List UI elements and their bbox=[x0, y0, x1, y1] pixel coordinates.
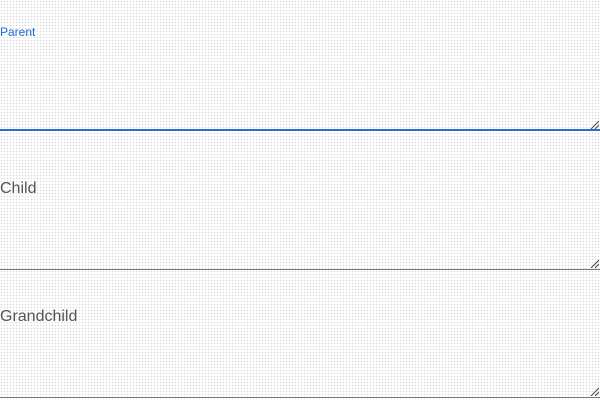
child-label: Child bbox=[0, 180, 37, 197]
grandchild-textarea-field[interactable]: Grandchild bbox=[0, 270, 600, 398]
grandchild-label: Grandchild bbox=[0, 308, 78, 325]
resize-grip-icon[interactable] bbox=[589, 386, 599, 396]
resize-grip-icon[interactable] bbox=[589, 119, 599, 129]
parent-label: Parent bbox=[0, 25, 36, 39]
child-textarea-field[interactable]: Child bbox=[0, 131, 600, 270]
parent-textarea[interactable] bbox=[0, 0, 600, 131]
grandchild-underline bbox=[0, 397, 600, 398]
resize-grip-icon[interactable] bbox=[589, 258, 599, 268]
child-textarea[interactable] bbox=[0, 131, 600, 270]
grandchild-textarea[interactable] bbox=[0, 270, 600, 398]
parent-textarea-field[interactable]: Parent bbox=[0, 0, 600, 131]
